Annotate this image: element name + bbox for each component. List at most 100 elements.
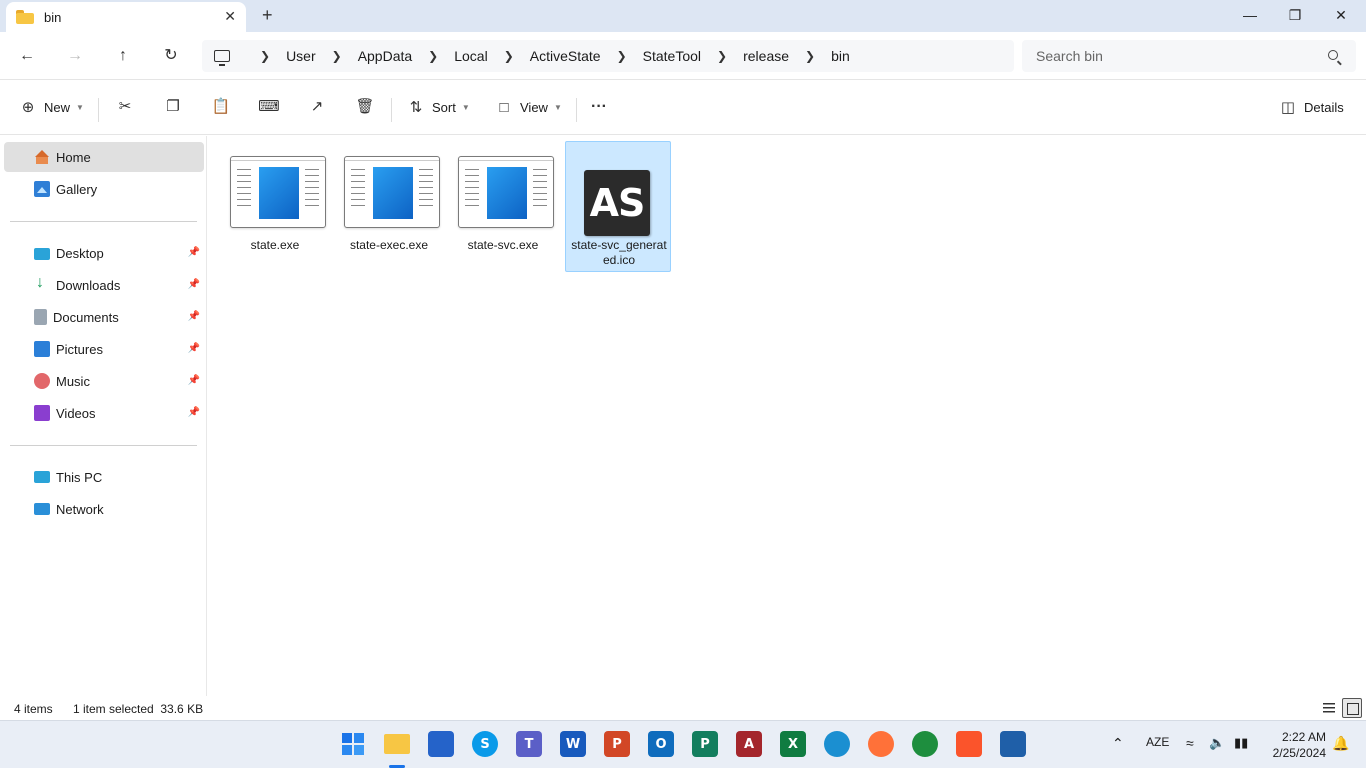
sort-button[interactable]: ⇅ Sort ▼ [406,94,470,120]
address-bar[interactable]: ❯ User ❯ AppData ❯ Local ❯ ActiveState ❯ StateToo… [202,40,1014,72]
details-view-button[interactable] [1319,698,1339,718]
sidebar-item-videos[interactable]: Videos 📌 [4,398,204,428]
chevron-right-icon[interactable]: ❯ [617,49,627,63]
sidebar-item-music[interactable]: Music 📌 [4,366,204,396]
sidebar-item-downloads[interactable]: Downloads 📌 [4,270,204,300]
navigation-pane: Home Gallery Desktop 📌 Downloads 📌 Docum… [0,136,207,696]
divider [98,98,99,122]
start-icon[interactable] [340,731,366,757]
sidebar-item-this-pc[interactable]: ❯ This PC [4,462,204,492]
paste-icon[interactable]: 📋 [210,96,232,118]
sidebar-item-documents[interactable]: Documents 📌 [4,302,204,332]
search-input[interactable] [1036,48,1316,64]
search-icon[interactable] [1328,50,1338,60]
chevron-right-icon[interactable]: ❯ [717,49,727,63]
pin-icon[interactable]: 📌 [188,311,200,322]
project-icon[interactable]: P [692,731,718,757]
excel-icon[interactable]: X [780,731,806,757]
large-icons-view-button[interactable] [1342,698,1362,718]
breadcrumb-item[interactable]: StateTool [643,48,701,64]
sidebar-item-pictures[interactable]: Pictures 📌 [4,334,204,364]
chevron-right-icon[interactable]: ❯ [504,49,514,63]
battery-icon[interactable]: ▮▮ [1234,735,1248,751]
skype-icon[interactable]: S [472,731,498,757]
chevron-down-icon: ▼ [553,102,562,112]
pin-icon[interactable]: 📌 [188,375,200,386]
cut-icon[interactable]: ✂ [114,96,136,118]
copy-icon[interactable]: ❐ [162,96,184,118]
file-item-state-exec-exe[interactable]: state-exec.exe [335,141,441,272]
view-button[interactable]: □ View ▼ [494,94,562,120]
outlook-icon[interactable]: O [648,731,674,757]
word-icon[interactable]: W [560,731,586,757]
file-item-state-svc-generated-ico[interactable]: AS state-svc_generated.ico [565,141,671,272]
sidebar-item-gallery[interactable]: Gallery [4,174,204,204]
file-item-state-exe[interactable]: state.exe [221,141,327,272]
file-list[interactable]: state.exe state-exec.exe state-svc.exe A… [208,136,1366,696]
language-indicator[interactable]: AZE [1146,735,1169,749]
sidebar-item-home[interactable]: Home [4,142,204,172]
exe-file-icon [458,156,554,228]
chevron-right-icon[interactable]: ❯ [805,49,815,63]
details-button[interactable]: ◫ Details [1278,94,1344,120]
edge-icon[interactable] [824,731,850,757]
network-icon [34,503,50,515]
refresh-button[interactable]: ↻ [159,44,183,68]
clock[interactable]: 2:22 AM 2/25/2024 [1264,729,1326,761]
command-bar: ⊕ New ▼ ✂ ❐ 📋 ⌨ ↗ 🗑 ⇅ Sort ▼ □ View ▼ ··… [0,80,1366,135]
rename-icon[interactable]: ⌨ [258,96,280,118]
tab-bin[interactable]: bin ✕ [6,2,246,32]
teams-icon[interactable]: T [516,731,542,757]
documents-icon [34,309,47,325]
share-icon[interactable]: ↗ [306,96,328,118]
chevron-right-icon[interactable]: ❯ [332,49,342,63]
chevron-right-icon[interactable]: ❯ [428,49,438,63]
chevron-right-icon[interactable]: ❯ [260,49,270,63]
tab-title: bin [44,9,62,25]
breadcrumb-item[interactable]: ActiveState [530,48,601,64]
sidebar-item-label: Pictures [56,341,103,357]
file-explorer-icon[interactable] [384,734,410,754]
new-tab-button[interactable]: + [262,6,273,24]
new-button[interactable]: ⊕ New ▼ [18,94,84,120]
breadcrumb-item[interactable]: Local [454,48,487,64]
breadcrumb-item[interactable]: bin [831,48,850,64]
powerpoint-icon[interactable]: P [604,731,630,757]
pin-icon[interactable]: 📌 [188,343,200,354]
volume-icon[interactable]: 🔈 [1209,735,1225,751]
close-button[interactable]: ✕ [1329,4,1353,26]
file-name: state-exec.exe [349,238,429,252]
remote-app-icon[interactable] [1000,731,1026,757]
access-icon[interactable]: A [736,731,762,757]
breadcrumb-item[interactable]: User [286,48,316,64]
chrome-icon[interactable] [912,731,938,757]
microsoft-store-icon[interactable] [428,731,454,757]
minimize-button[interactable]: — [1238,4,1262,26]
this-pc-icon[interactable] [214,50,230,66]
sort-label: Sort [432,99,456,115]
chevron-up-icon[interactable]: ⌃ [1112,735,1124,752]
back-button[interactable]: ← [15,44,39,68]
breadcrumb-item[interactable]: AppData [358,48,412,64]
more-options-icon[interactable]: ··· [588,96,610,118]
firefox-icon[interactable] [868,731,894,757]
details-label: Details [1304,99,1344,115]
file-name: state-svc.exe [467,238,539,252]
pin-icon[interactable]: 📌 [188,247,200,258]
wifi-icon[interactable]: ≈ [1186,735,1194,751]
brave-icon[interactable] [956,731,982,757]
file-item-state-svc-exe[interactable]: state-svc.exe [449,141,555,272]
up-button[interactable]: ↑ [111,44,135,68]
maximize-button[interactable]: ❐ [1283,4,1307,26]
sidebar-item-network[interactable]: ❯ Network [4,494,204,524]
tab-close-button[interactable]: ✕ [224,8,236,25]
notification-bell-icon[interactable]: 🔔 [1332,735,1349,752]
pin-icon[interactable]: 📌 [188,407,200,418]
search-box[interactable] [1022,40,1356,72]
sidebar-item-label: This PC [56,469,103,485]
sidebar-item-desktop[interactable]: Desktop 📌 [4,238,204,268]
pin-icon[interactable]: 📌 [188,279,200,290]
forward-button[interactable]: → [63,44,87,68]
delete-icon[interactable]: 🗑 [354,96,376,118]
breadcrumb-item[interactable]: release [743,48,789,64]
